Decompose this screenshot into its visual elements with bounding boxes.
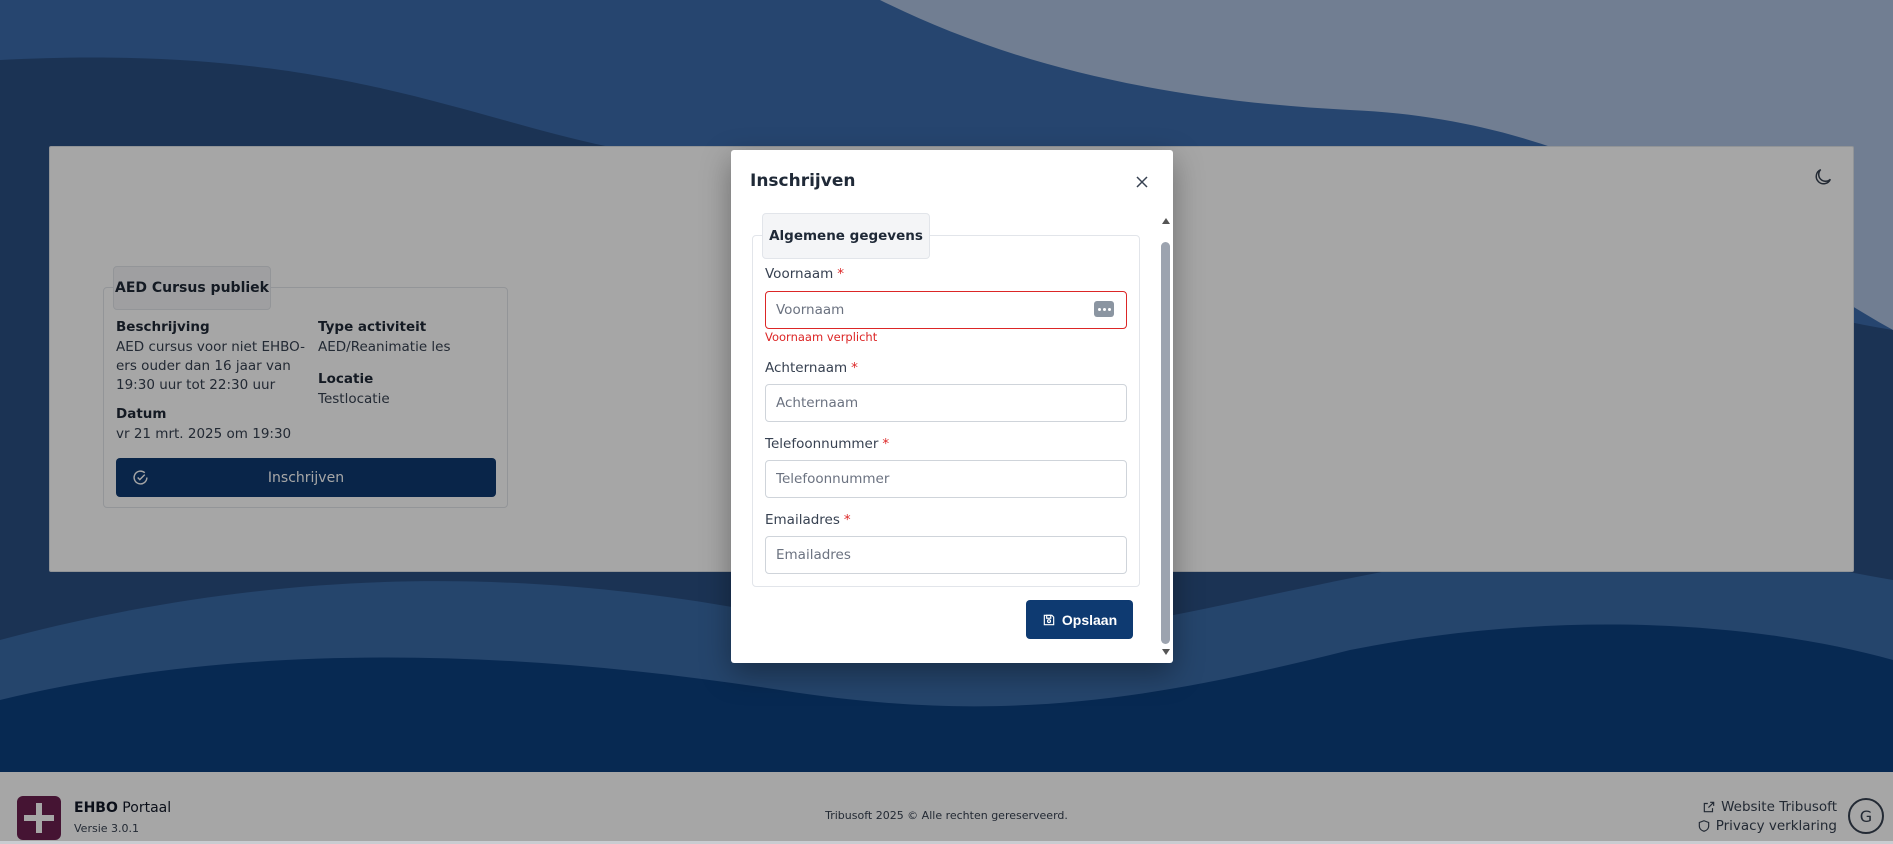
voornaam-error: Voornaam verplicht (765, 330, 878, 344)
achternaam-label-text: Achternaam (765, 360, 848, 376)
voornaam-label: Voornaam * (765, 266, 844, 282)
section-title: Algemene gegevens (762, 213, 930, 259)
telefoonnummer-input[interactable] (765, 460, 1127, 498)
password-manager-icon[interactable] (1094, 301, 1114, 317)
required-marker: * (837, 266, 845, 282)
scroll-down-arrow[interactable] (1162, 649, 1170, 655)
emailadres-label-text: Emailadres (765, 512, 840, 528)
achternaam-input[interactable] (765, 384, 1127, 422)
required-marker: * (851, 360, 858, 376)
footer-backdrop (0, 772, 1893, 841)
emailadres-label: Emailadres * (765, 512, 851, 528)
close-icon[interactable] (1132, 172, 1152, 192)
required-marker: * (843, 512, 851, 528)
telefoonnummer-label-text: Telefoonnummer (765, 436, 879, 452)
save-icon (1043, 614, 1055, 625)
save-button-label: Opslaan (1061, 611, 1118, 628)
voornaam-label-text: Voornaam (765, 266, 834, 282)
scrollbar-thumb[interactable] (1161, 242, 1170, 644)
inschrijven-modal: Inschrijven Algemene gegevens Voornaam * … (731, 150, 1173, 663)
save-button[interactable]: Opslaan (1026, 600, 1133, 639)
voornaam-input[interactable] (765, 291, 1127, 329)
telefoonnummer-label: Telefoonnummer * (765, 436, 889, 452)
footer: EHBO Portaal Versie 3.0.1 Tribusoft 2025… (0, 772, 1893, 841)
modal-title: Inschrijven (750, 171, 856, 191)
required-marker: * (882, 436, 890, 452)
scroll-up-arrow[interactable] (1162, 218, 1170, 224)
emailadres-input[interactable] (765, 536, 1127, 574)
achternaam-label: Achternaam * (765, 360, 858, 376)
